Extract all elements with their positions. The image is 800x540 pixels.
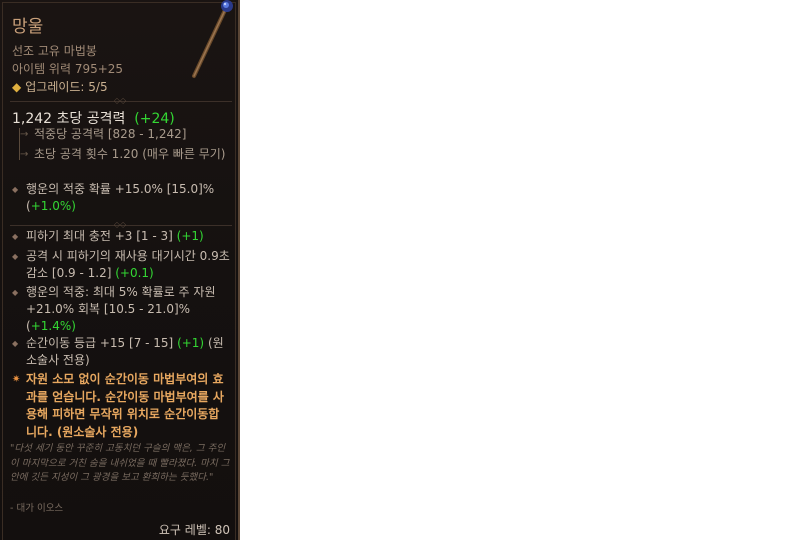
- affix-bullet-icon: ◆: [12, 232, 19, 241]
- affix-bullet-icon: ◆: [12, 185, 19, 194]
- item-tooltip: 망울 선조 고유 마법봉 아이템 위력 795+25 ◆ 업그레이드: 5/5 ◇…: [0, 0, 240, 540]
- arrow-icon: →: [20, 129, 29, 140]
- dps-value: 1,242 초당 공격력: [12, 111, 126, 127]
- unique-star-icon: ✷: [12, 374, 21, 385]
- dps-line: 1,242 초당 공격력 (+24): [12, 108, 175, 128]
- divider: ◇◇: [10, 221, 232, 229]
- affix-row: ◆ 순간이동 등급 +15 [7 - 15] (+1) (원소술사 전용): [12, 336, 224, 367]
- affix-bullet-icon: ◆: [12, 339, 19, 348]
- affix-bullet-icon: ◆: [12, 288, 19, 297]
- diamond-icon: ◆: [12, 80, 22, 94]
- affix-row: ◆ 행운의 적중: 최대 5% 확률로 주 자원 +21.0% 회복 [10.5…: [12, 285, 216, 333]
- arrow-icon: →: [20, 149, 29, 160]
- affix-row: ◆ 피하기 최대 충전 +3 [1 - 3] (+1): [12, 229, 204, 243]
- flavor-author: - 대가 이오스: [10, 503, 64, 514]
- required-level: 요구 레벨: 80: [158, 523, 230, 537]
- implicit-affix: ◆ 행운의 적중 확률 +15.0% [15.0]% (+1.0%): [12, 182, 215, 213]
- affix-row: ◆ 공격 시 피하기의 재사용 대기시간 0.9초 감소 [0.9 - 1.2]…: [12, 249, 230, 280]
- upgrade-line: ◆ 업그레이드: 5/5: [12, 78, 108, 95]
- unique-power: ✷ 자원 소모 없이 순간이동 마법부여의 효과를 얻습니다. 순간이동 마법부…: [12, 372, 224, 439]
- attacks-per-second: → 초당 공격 횟수 1.20 (매우 빠른 무기): [20, 147, 226, 161]
- item-name: 망울: [12, 17, 44, 37]
- divider: ◇◇: [10, 97, 232, 105]
- wand-icon: [192, 0, 233, 78]
- item-power: 아이템 위력 795+25: [12, 62, 124, 76]
- damage-per-hit: → 적중당 공격력 [828 - 1,242]: [20, 127, 187, 141]
- upgrade-text: 업그레이드: 5/5: [25, 80, 108, 94]
- item-type: 선조 고유 마법봉: [12, 44, 97, 58]
- affix-bullet-icon: ◆: [12, 252, 19, 261]
- dps-bonus: (+24): [134, 111, 175, 127]
- flavor-text: "다섯 세기 동안 꾸준히 고동치던 구슬의 맥은, 그 주인이 마지막으로 거…: [10, 443, 230, 483]
